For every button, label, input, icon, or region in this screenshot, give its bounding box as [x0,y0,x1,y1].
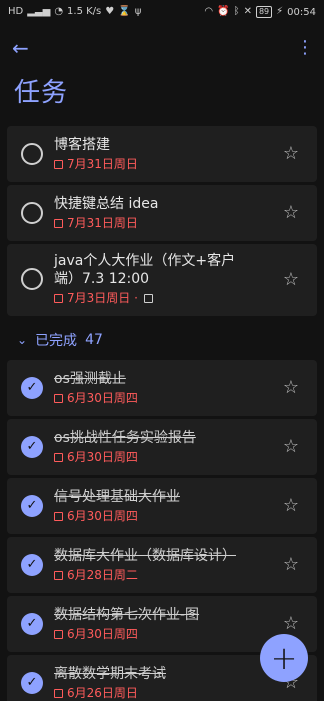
due-text: 7月31日周日 [67,216,138,230]
task-due: 6月28日周二 [54,567,138,583]
task-due: 6月30日周四 [54,626,138,642]
star-icon[interactable]: ☆ [281,614,301,634]
calendar-icon [54,393,63,403]
due-text: 6月26日周日 [67,686,138,700]
app-bar: ← ⋮ [0,34,324,62]
checked-circle-icon[interactable]: ✓ [21,436,43,458]
completed-task-item[interactable]: ✓ os挑战性任务实验报告 6月30日周四 ☆ [7,419,317,475]
add-task-fab[interactable]: + [260,634,308,682]
calendar-icon [54,293,63,303]
due-text: 6月30日周四 [67,450,138,464]
completed-task-item[interactable]: ✓ 数据库大作业（数据库设计） 6月28日周二 ☆ [7,537,317,593]
task-due: 7月31日周日 [54,156,138,172]
task-title: 信号处理基础大作业 [54,489,180,505]
calendar-icon [54,511,63,521]
wifi-icon: ◔ [54,6,64,17]
task-title: os强测截止 [54,371,126,387]
completed-label: 已完成 [35,333,78,349]
task-due: 6月30日周四 [54,449,138,465]
task-due: 7月31日周日 [54,215,138,231]
due-text: 7月3日周日 · [67,291,138,305]
task-item[interactable]: java个人大作业（作文+客户端）7.3 12:00 7月3日周日 · ☆ [7,244,317,316]
task-title: os挑战性任务实验报告 [54,430,196,446]
heart-icon: ♥ [105,6,115,17]
star-icon[interactable]: ☆ [281,378,301,398]
more-options-icon[interactable]: ⋮ [296,34,314,62]
due-text: 6月30日周四 [67,627,138,641]
mute-icon: ✕ [243,6,252,17]
task-title: 离散数学期末考试 [54,666,166,682]
due-text: 6月28日周二 [67,568,138,582]
task-due: 6月26日周日 [54,685,138,701]
checked-circle-icon[interactable]: ✓ [21,377,43,399]
hourglass-icon: ⌛ [118,6,131,17]
task-title: 博客搭建 [54,137,110,153]
task-title: 数据结构第七次作业-图 [54,607,200,623]
completed-task-item[interactable]: ✓ 信号处理基础大作业 6月30日周四 ☆ [7,478,317,534]
back-arrow-icon[interactable]: ← [12,34,40,62]
checked-circle-icon[interactable]: ✓ [21,554,43,576]
bluetooth-icon: ᛒ [233,6,240,17]
status-left: HD ▂▃▅ ◔ 1.5 K/s ♥ ⌛ ψ [8,7,141,17]
checked-circle-icon[interactable]: ✓ [21,495,43,517]
network-speed: 1.5 K/s [67,6,102,17]
checked-circle-icon[interactable]: ✓ [21,672,43,694]
task-due: 6月30日周四 [54,508,138,524]
calendar-icon [54,218,63,228]
task-item[interactable]: 快捷键总结 idea 7月31日周日 ☆ [7,185,317,241]
headset-icon: ◠ [204,6,214,17]
page-title: 任务 [14,78,69,108]
task-item[interactable]: 博客搭建 7月31日周日 ☆ [7,126,317,182]
task-list: 博客搭建 7月31日周日 ☆ 快捷键总结 idea 7月31日周日 ☆ java… [7,126,317,701]
star-icon[interactable]: ☆ [281,144,301,164]
alarm-icon: ⏰ [217,6,230,17]
task-title: java个人大作业（作文+客户端）7.3 12:00 [54,253,236,287]
charging-icon: ⚡ [276,6,284,17]
star-icon[interactable]: ☆ [281,270,301,290]
checkbox-circle-icon[interactable] [21,268,43,290]
star-icon[interactable]: ☆ [281,437,301,457]
calendar-icon [54,570,63,580]
hd-icon: HD [8,6,24,17]
checkbox-circle-icon[interactable] [21,143,43,165]
calendar-icon [54,452,63,462]
completed-count: 47 [85,332,103,348]
star-icon[interactable]: ☆ [281,203,301,223]
calendar-icon [54,159,63,169]
due-text: 6月30日周四 [67,391,138,405]
completed-task-item[interactable]: ✓ os强测截止 6月30日周四 ☆ [7,360,317,416]
task-due: 6月30日周四 [54,390,138,406]
chevron-down-icon: ⌄ [17,333,28,347]
calendar-icon [54,629,63,639]
due-text: 6月30日周四 [67,509,138,523]
note-icon [143,293,153,303]
signal-icon: ▂▃▅ [27,6,51,17]
star-icon[interactable]: ☆ [281,555,301,575]
checked-circle-icon[interactable]: ✓ [21,613,43,635]
task-title: 快捷键总结 idea [54,196,159,212]
task-title: 数据库大作业（数据库设计） [54,548,236,564]
battery-icon: 89 [255,6,273,18]
due-text: 7月31日周日 [67,157,138,171]
completed-section-header[interactable]: ⌄ 已完成 47 [7,324,317,356]
clock: 00:54 [287,6,316,18]
usb-icon: ψ [134,6,142,17]
status-right: ◠ ⏰ ᛒ ✕ 89 ⚡ 00:54 [204,6,316,18]
task-due: 7月3日周日 · [54,290,153,306]
checkbox-circle-icon[interactable] [21,202,43,224]
calendar-icon [54,688,63,698]
star-icon[interactable]: ☆ [281,496,301,516]
status-bar: HD ▂▃▅ ◔ 1.5 K/s ♥ ⌛ ψ ◠ ⏰ ᛒ ✕ 89 ⚡ 00:5… [0,0,324,24]
